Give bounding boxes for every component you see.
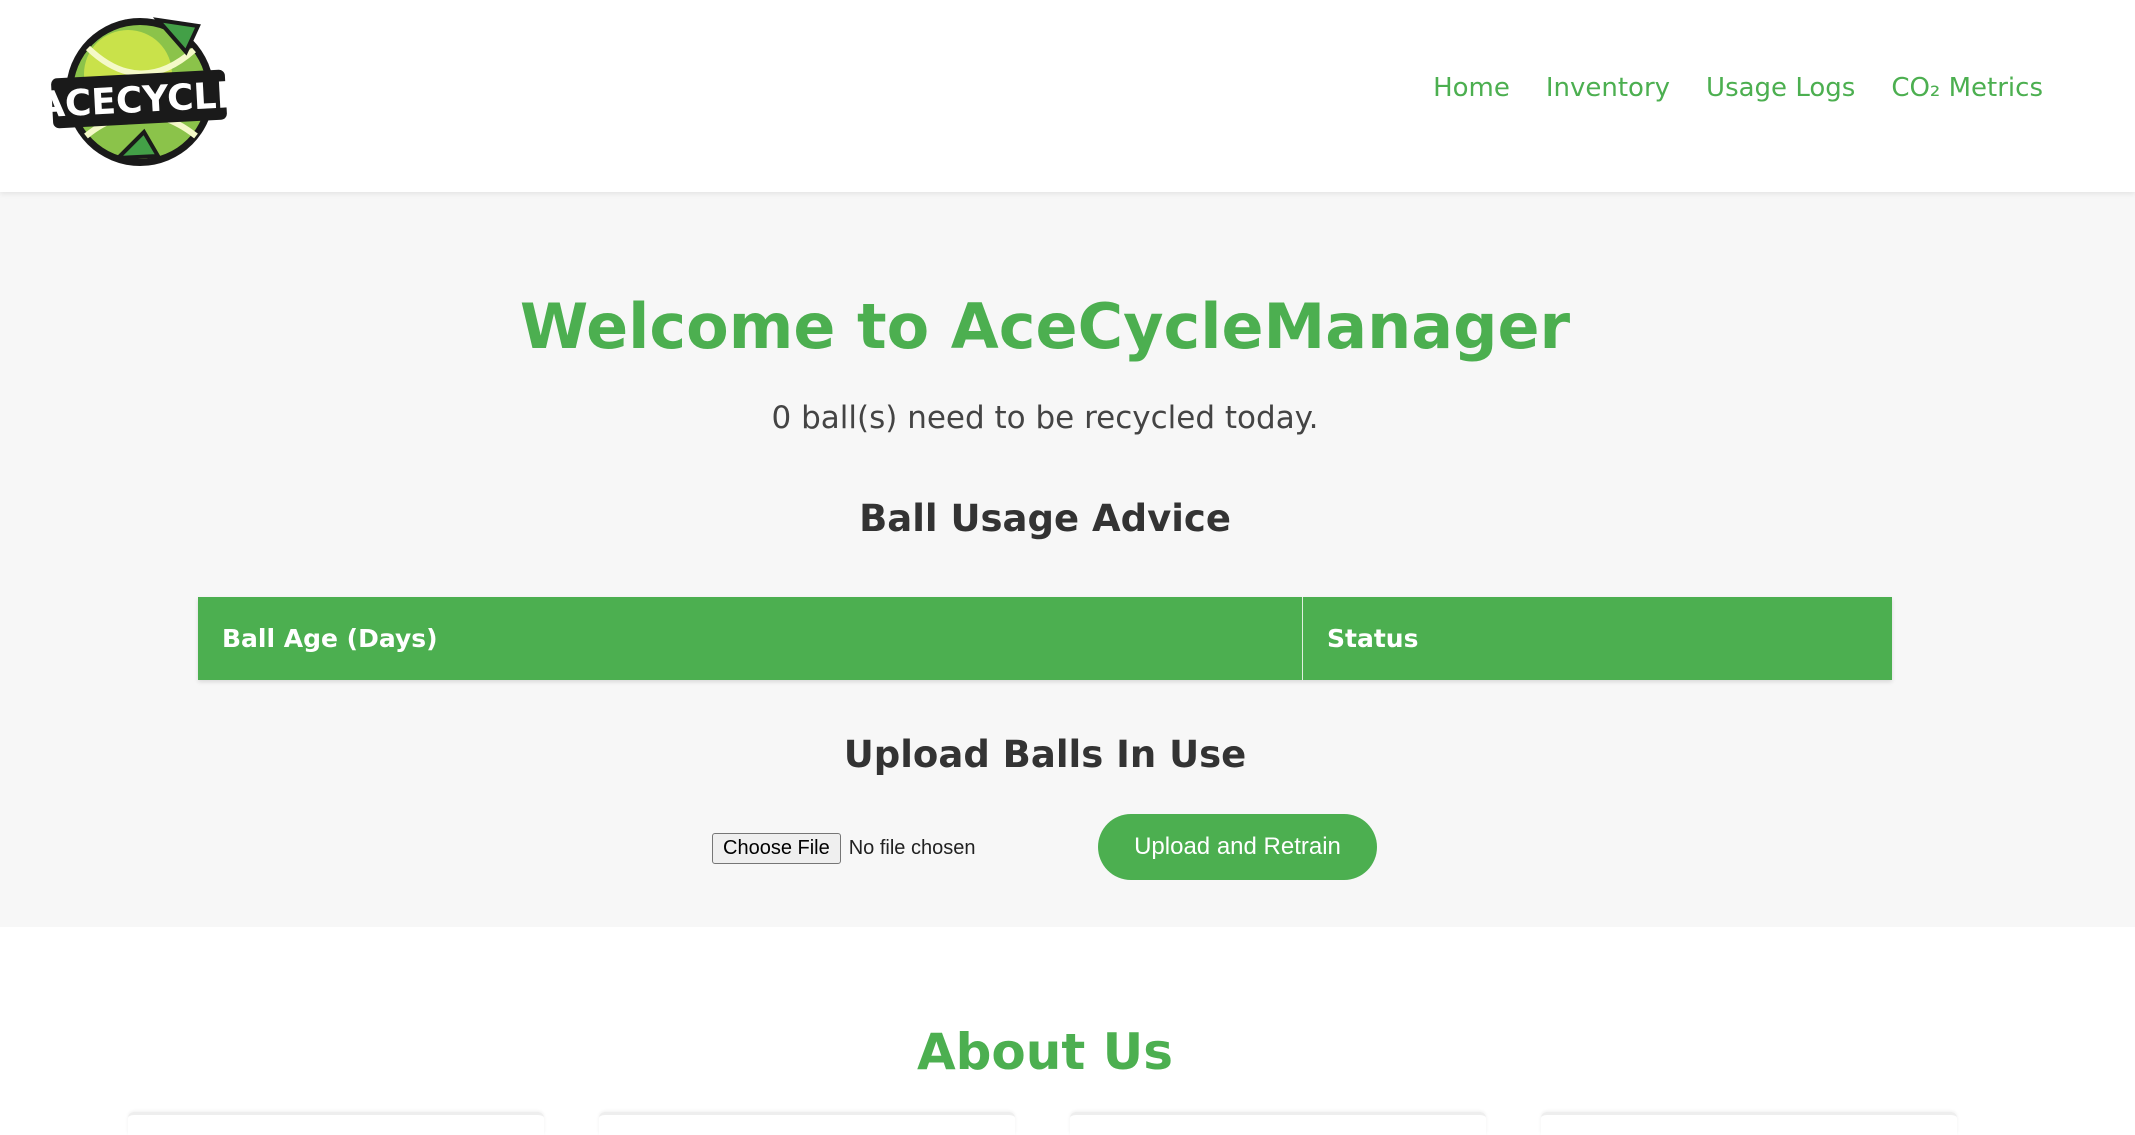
ball-usage-advice-table: Ball Age (Days) Status bbox=[198, 597, 1892, 680]
nav-inventory-link[interactable]: Inventory bbox=[1546, 70, 1670, 106]
about-section: About Us bbox=[0, 927, 2135, 1115]
welcome-section: Welcome to AceCycleManager 0 ball(s) nee… bbox=[0, 192, 2135, 927]
about-card bbox=[128, 1112, 544, 1135]
file-input[interactable]: Choose File No file chosen bbox=[712, 833, 975, 864]
column-header-status: Status bbox=[1302, 597, 1892, 680]
logo-graphic: ACECYCLE bbox=[48, 17, 230, 166]
about-us-heading: About Us bbox=[916, 1023, 1174, 1081]
about-card bbox=[599, 1112, 1015, 1135]
upload-and-retrain-button[interactable]: Upload and Retrain bbox=[1098, 814, 1377, 880]
about-card bbox=[1541, 1112, 1957, 1135]
nav-usage-logs-link[interactable]: Usage Logs bbox=[1706, 70, 1855, 106]
choose-file-button[interactable]: Choose File bbox=[712, 833, 841, 864]
column-header-ball-age: Ball Age (Days) bbox=[198, 597, 1303, 680]
about-card bbox=[1070, 1112, 1486, 1135]
page-title: Welcome to AceCycleManager bbox=[519, 290, 1571, 363]
site-header: ACECYCLE Home Inventory Usage Logs CO₂ M… bbox=[0, 0, 2135, 192]
main-nav: Home Inventory Usage Logs CO₂ Metrics bbox=[1433, 70, 2043, 106]
recycle-count-message: 0 ball(s) need to be recycled today. bbox=[771, 400, 1319, 436]
file-status-text: No file chosen bbox=[848, 837, 976, 859]
nav-home-link[interactable]: Home bbox=[1433, 70, 1510, 106]
nav-co2-metrics-link[interactable]: CO₂ Metrics bbox=[1891, 70, 2043, 106]
ball-usage-advice-heading: Ball Usage Advice bbox=[859, 497, 1231, 540]
upload-balls-heading: Upload Balls In Use bbox=[843, 733, 1247, 776]
acecycle-logo[interactable]: ACECYCLE bbox=[48, 8, 230, 170]
table-header-row: Ball Age (Days) Status bbox=[198, 597, 1892, 680]
